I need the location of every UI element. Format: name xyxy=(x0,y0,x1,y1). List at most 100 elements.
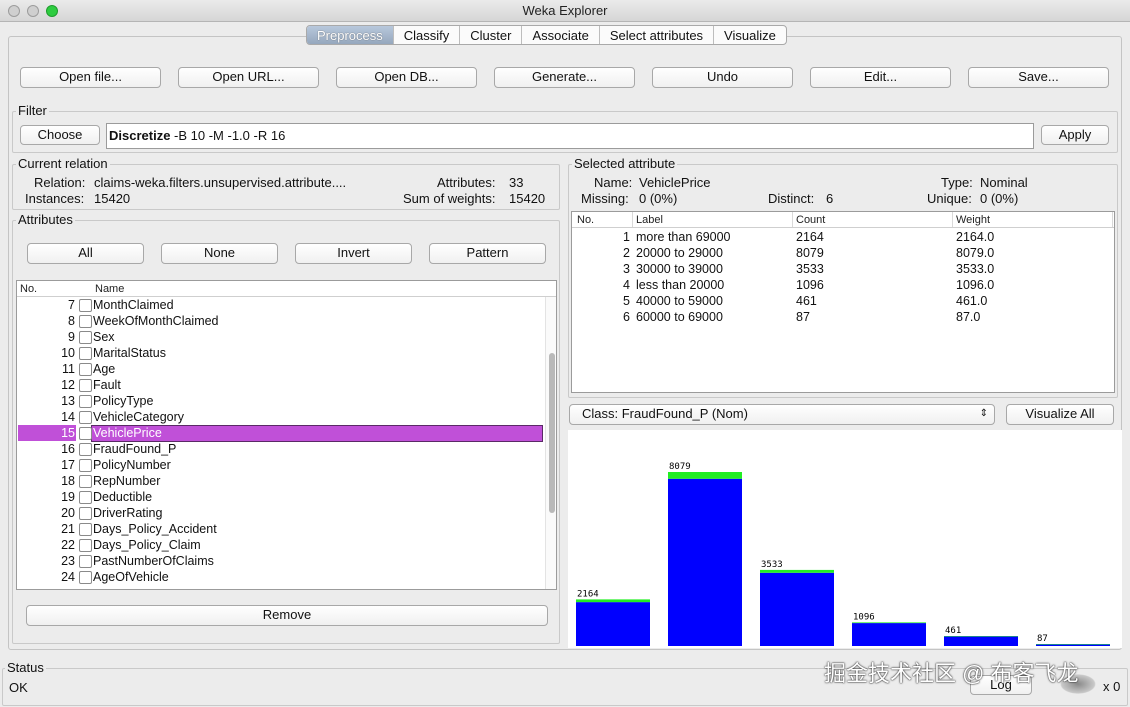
attr-checkbox[interactable] xyxy=(79,555,92,568)
attr-checkbox[interactable] xyxy=(79,523,92,536)
remove-button[interactable]: Remove xyxy=(26,605,548,626)
bar-segment-primary xyxy=(668,478,742,646)
attr-checkbox[interactable] xyxy=(79,539,92,552)
tab-visualize[interactable]: Visualize xyxy=(714,26,786,44)
visualize-all-button[interactable]: Visualize All xyxy=(1006,404,1114,425)
attr-checkbox[interactable] xyxy=(79,395,92,408)
list-item[interactable]: 17 PolicyNumber xyxy=(17,457,541,473)
invert-selection-button[interactable]: Invert xyxy=(295,243,412,264)
open-url-button[interactable]: Open URL... xyxy=(178,67,319,88)
stats-weight: 8079.0 xyxy=(956,246,995,260)
open-file-button[interactable]: Open file... xyxy=(20,67,161,88)
attr-name: PolicyNumber xyxy=(93,458,171,472)
current-relation-label: Current relation xyxy=(16,156,110,171)
select-all-button[interactable]: All xyxy=(27,243,144,264)
attr-checkbox[interactable] xyxy=(79,443,92,456)
attributes-scrollbar-track[interactable] xyxy=(545,297,556,589)
attr-checkbox[interactable] xyxy=(79,427,92,440)
attr-name: Fault xyxy=(93,378,121,392)
histogram-panel: 2164 8079 3533 1096 461 87 xyxy=(568,430,1122,648)
stats-no: 1 xyxy=(623,230,630,244)
updown-arrows-icon: ⇕ xyxy=(979,408,988,419)
bar-segment-secondary xyxy=(852,622,926,624)
stats-label: less than 20000 xyxy=(636,278,725,292)
stats-no: 5 xyxy=(623,294,630,308)
list-item[interactable]: 19 Deductible xyxy=(17,489,541,505)
relation-label: Relation: xyxy=(34,175,86,190)
list-item[interactable]: 10 MaritalStatus xyxy=(17,345,541,361)
attr-no: 21 xyxy=(61,522,75,536)
attr-name-value: VehiclePrice xyxy=(639,175,711,190)
list-item[interactable]: 22 Days_Policy_Claim xyxy=(17,537,541,553)
attr-checkbox[interactable] xyxy=(79,347,92,360)
list-item[interactable]: 12 Fault xyxy=(17,377,541,393)
attr-name-label: Name: xyxy=(594,175,633,190)
attr-checkbox[interactable] xyxy=(79,459,92,472)
apply-button[interactable]: Apply xyxy=(1041,125,1109,145)
attr-checkbox[interactable] xyxy=(79,363,92,376)
generate-button[interactable]: Generate... xyxy=(494,67,635,88)
attr-name: MonthClaimed xyxy=(93,298,174,312)
filter-label: Filter xyxy=(16,103,49,118)
undo-button[interactable]: Undo xyxy=(652,67,793,88)
table-row[interactable]: 3 30000 to 39000 3533 3533.0 xyxy=(572,261,1112,277)
filter-field[interactable]: Discretize -B 10 -M -1.0 -R 16 xyxy=(106,123,1034,149)
attr-no: 22 xyxy=(61,538,75,552)
tab-cluster[interactable]: Cluster xyxy=(460,26,523,44)
attr-checkbox[interactable] xyxy=(79,331,92,344)
tab-bar: Preprocess Classify Cluster Associate Se… xyxy=(306,25,787,45)
bar-segment-secondary xyxy=(668,472,742,479)
list-item[interactable]: 21 Days_Policy_Accident xyxy=(17,521,541,537)
sum-of-weights-label: Sum of weights: xyxy=(403,191,496,206)
attr-checkbox[interactable] xyxy=(79,507,92,520)
attributes-count-value: 33 xyxy=(509,175,524,190)
attr-checkbox[interactable] xyxy=(79,411,92,424)
tab-select-attributes[interactable]: Select attributes xyxy=(600,26,715,44)
list-item[interactable]: 23 PastNumberOfClaims xyxy=(17,553,541,569)
list-item[interactable]: 16 FraudFound_P xyxy=(17,441,541,457)
log-count: x 0 xyxy=(1103,679,1121,694)
attr-checkbox[interactable] xyxy=(79,379,92,392)
table-row[interactable]: 4 less than 20000 1096 1096.0 xyxy=(572,277,1112,293)
tab-associate[interactable]: Associate xyxy=(522,26,600,44)
tab-classify[interactable]: Classify xyxy=(394,26,461,44)
select-none-button[interactable]: None xyxy=(161,243,278,264)
edit-button[interactable]: Edit... xyxy=(810,67,951,88)
bar-segment-secondary xyxy=(1036,644,1110,645)
tab-preprocess[interactable]: Preprocess xyxy=(307,26,394,44)
watermark-text: 掘金技术社区 @ 布客飞龙 xyxy=(824,661,1079,686)
list-item[interactable]: 13 PolicyType xyxy=(17,393,541,409)
table-row[interactable]: 6 60000 to 69000 87 87.0 xyxy=(572,309,1112,325)
attr-no: 10 xyxy=(61,346,75,360)
table-row[interactable]: 2 20000 to 29000 8079 8079.0 xyxy=(572,245,1112,261)
table-row[interactable]: 5 40000 to 59000 461 461.0 xyxy=(572,293,1112,309)
stats-col-label-header: Label xyxy=(636,214,663,226)
attr-checkbox[interactable] xyxy=(79,475,92,488)
pattern-button[interactable]: Pattern xyxy=(429,243,546,264)
list-item-selected[interactable]: 15 VehiclePrice xyxy=(17,425,543,442)
attr-checkbox[interactable] xyxy=(79,491,92,504)
list-item[interactable]: 11 Age xyxy=(17,361,541,377)
attr-name: FraudFound_P xyxy=(93,442,177,456)
stats-label: 40000 to 59000 xyxy=(636,294,723,308)
list-item[interactable]: 18 RepNumber xyxy=(17,473,541,489)
list-item[interactable]: 9 Sex xyxy=(17,329,541,345)
choose-filter-button[interactable]: Choose xyxy=(20,125,100,145)
attr-checkbox[interactable] xyxy=(79,571,92,584)
list-item[interactable]: 8 WeekOfMonthClaimed xyxy=(17,313,541,329)
attributes-label: Attributes xyxy=(16,212,75,227)
open-db-button[interactable]: Open DB... xyxy=(336,67,477,88)
attr-no: 19 xyxy=(61,490,75,504)
stats-col-divider xyxy=(792,212,793,227)
list-item[interactable]: 7 MonthClaimed xyxy=(17,297,541,313)
class-select[interactable]: Class: FraudFound_P (Nom) ⇕ xyxy=(569,404,995,425)
attr-checkbox[interactable] xyxy=(79,315,92,328)
table-row[interactable]: 1 more than 69000 2164 2164.0 xyxy=(572,229,1112,245)
attr-no: 11 xyxy=(62,362,75,376)
list-item[interactable]: 20 DriverRating xyxy=(17,505,541,521)
save-button[interactable]: Save... xyxy=(968,67,1109,88)
attr-checkbox[interactable] xyxy=(79,299,92,312)
list-item[interactable]: 14 VehicleCategory xyxy=(17,409,541,425)
attributes-scrollbar-thumb[interactable] xyxy=(549,353,555,513)
list-item[interactable]: 24 AgeOfVehicle xyxy=(17,569,541,585)
